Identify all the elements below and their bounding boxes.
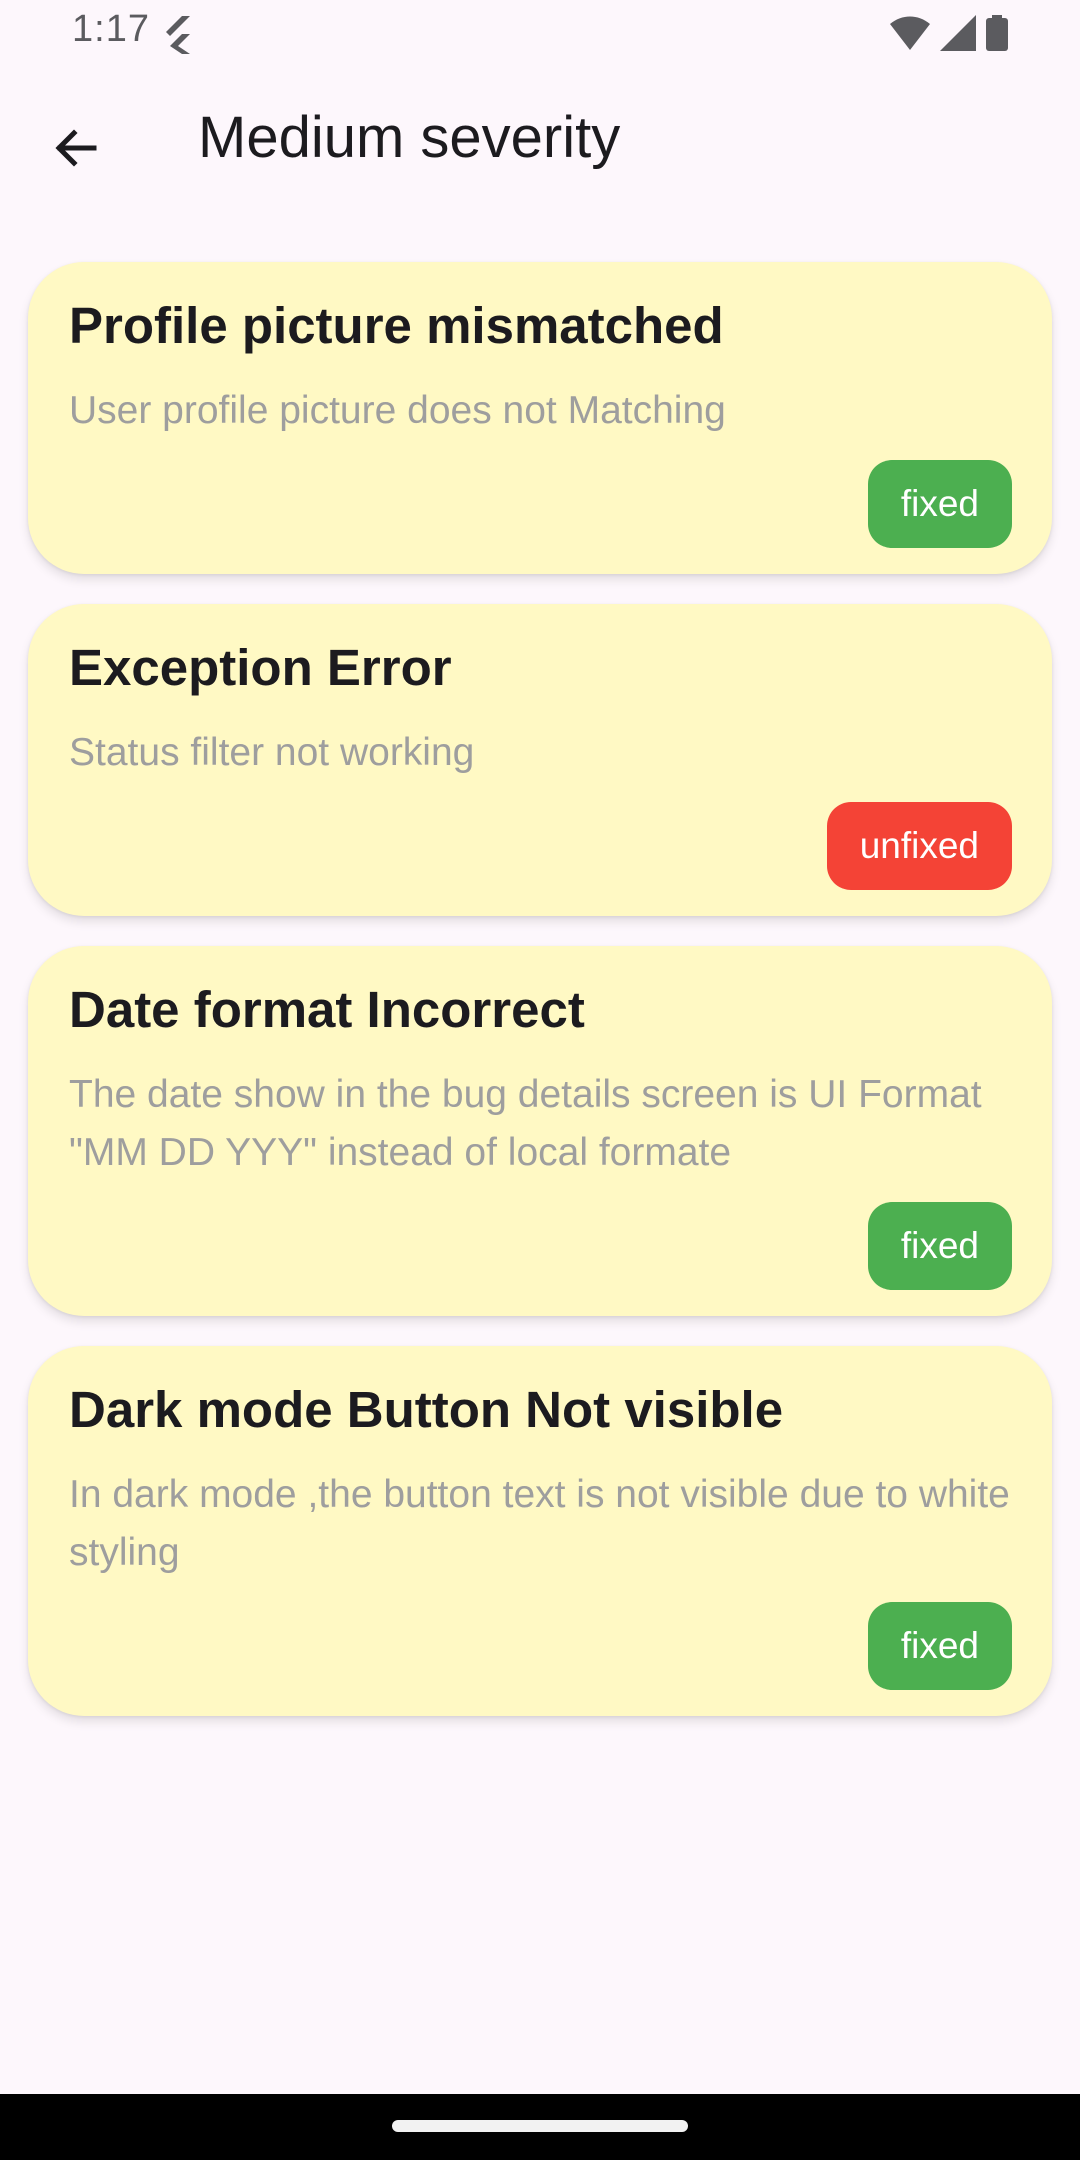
bug-description: The date show in the bug details screen … [69,1073,982,1174]
page-title: Medium severity [198,105,621,170]
bug-title: Exception Error [69,639,452,696]
bug-list: Profile picture mismatched User profile … [28,262,1052,1746]
battery-icon [986,15,1008,51]
status-badge[interactable]: fixed [867,1202,1012,1290]
badge-row: fixed [69,1602,1012,1716]
badge-row: fixed [69,460,1012,574]
status-badge[interactable]: fixed [867,460,1012,548]
bug-title: Dark mode Button Not visible [69,1381,784,1438]
arrow-back-icon [55,129,97,167]
badge-row: unfixed [69,802,1012,916]
status-badge[interactable]: unfixed [826,802,1012,890]
flutter-icon [166,16,190,54]
badge-row: fixed [69,1202,1012,1316]
bug-description: In dark mode ,the button text is not vis… [69,1473,1010,1574]
wifi-icon [890,16,930,50]
bug-description: User profile picture does not Matching [69,389,726,432]
status-icons [890,14,1008,52]
back-button[interactable] [36,108,116,188]
navigation-bar [0,2094,1080,2160]
bug-title: Date format Incorrect [69,981,585,1038]
bug-card[interactable]: Dark mode Button Not visible In dark mod… [28,1346,1052,1716]
status-bar: 1:17 [0,0,1080,64]
status-time: 1:17 [72,8,150,50]
home-indicator[interactable] [392,2120,688,2132]
bug-card[interactable]: Date format Incorrect The date show in t… [28,946,1052,1316]
status-badge[interactable]: fixed [867,1602,1012,1690]
app-bar: Medium severity [0,64,1080,216]
signal-icon [940,15,976,51]
bug-card[interactable]: Exception Error Status filter not workin… [28,604,1052,916]
bug-description: Status filter not working [69,731,475,774]
bug-title: Profile picture mismatched [69,297,724,354]
bug-card[interactable]: Profile picture mismatched User profile … [28,262,1052,574]
